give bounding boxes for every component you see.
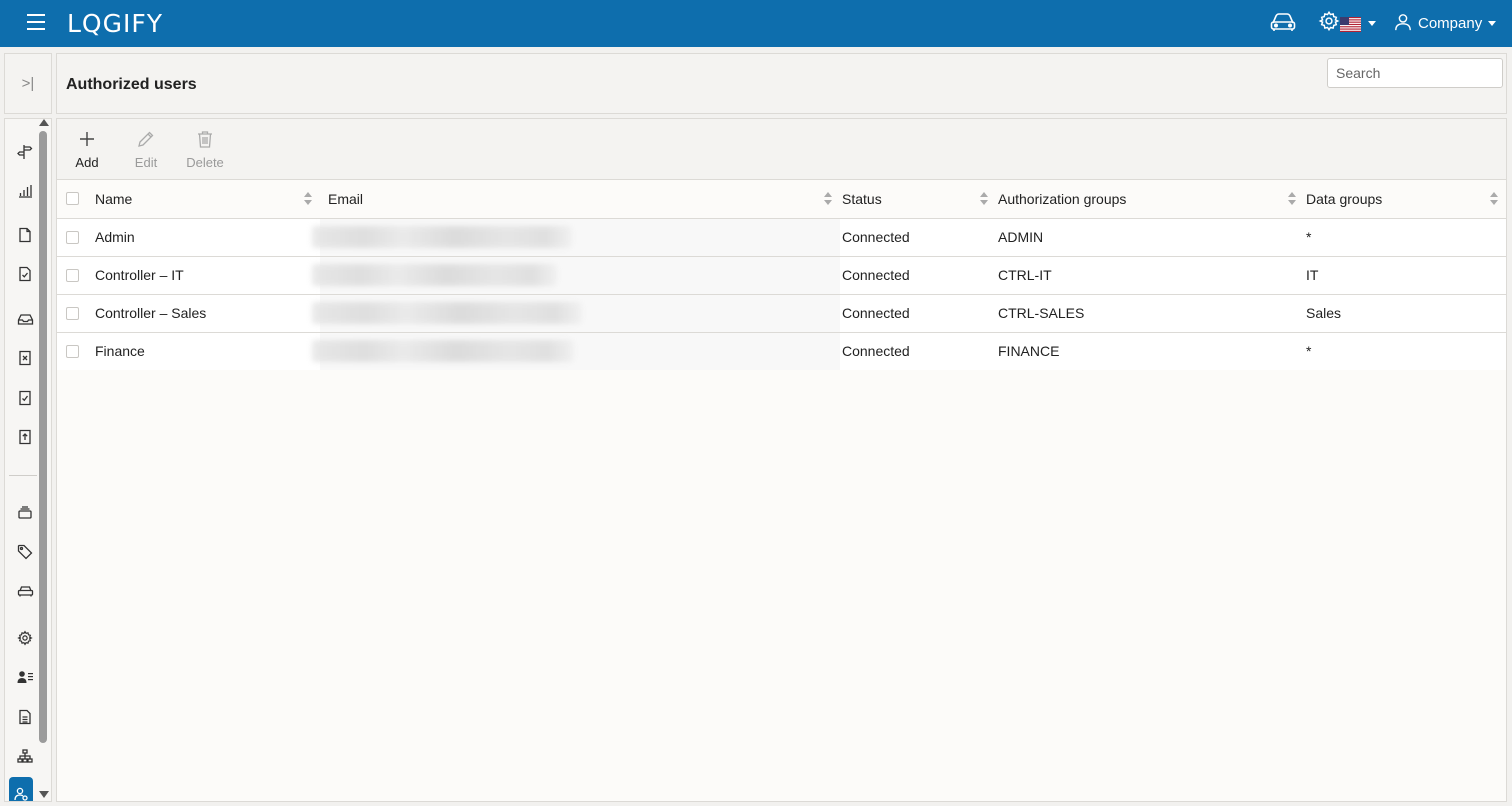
sidebar-scrollbar[interactable] (39, 131, 47, 743)
column-header-authorization-groups[interactable]: Authorization groups (996, 180, 1304, 219)
scroll-up-icon[interactable] (39, 119, 49, 126)
status-cell: Connected (840, 294, 996, 333)
data-groups-cell: IT (1304, 256, 1506, 295)
table-row[interactable]: Admin Connected ADMIN * (57, 218, 1506, 257)
sort-icon[interactable] (824, 192, 832, 206)
company-menu[interactable]: Company (1394, 11, 1497, 32)
plus-icon (80, 132, 94, 146)
user-settings-icon[interactable] (9, 777, 33, 801)
edit-label: Edit (134, 155, 158, 170)
users-table: Name Email Status Authorization groups D… (57, 180, 1506, 370)
status-cell: Connected (840, 332, 996, 370)
delete-button[interactable]: Delete (178, 127, 232, 170)
signpost-icon[interactable] (11, 138, 39, 166)
column-header-label: Status (842, 190, 882, 207)
add-button[interactable]: Add (60, 127, 114, 170)
email-cell-redacted (312, 294, 840, 333)
sort-icon[interactable] (304, 192, 312, 206)
column-header-name[interactable]: Name (95, 180, 320, 219)
table-row[interactable]: Controller – IT Connected CTRL-IT IT (57, 256, 1506, 295)
document-upload-icon[interactable] (11, 423, 39, 451)
table-header-row: Name Email Status Authorization groups D… (57, 180, 1506, 219)
select-all-checkbox[interactable] (66, 192, 79, 206)
sort-icon[interactable] (1490, 192, 1498, 206)
status-cell: Connected (840, 218, 996, 257)
row-checkbox[interactable] (66, 268, 79, 282)
toolbar: Add Edit Delete (57, 119, 1506, 180)
auth-groups-cell: CTRL-IT (996, 256, 1304, 295)
table-row[interactable]: Finance Connected FINANCE * (57, 332, 1506, 370)
search-input[interactable] (1327, 58, 1503, 88)
top-bar: LQGIFY Company (0, 0, 1512, 47)
settings-gear-icon[interactable] (1318, 10, 1340, 35)
add-label: Add (75, 155, 99, 170)
sidebar-divider (9, 475, 37, 476)
data-groups-cell: * (1304, 332, 1506, 370)
edit-button[interactable]: Edit (119, 127, 173, 170)
document-x-icon[interactable] (11, 344, 39, 372)
pencil-icon (138, 131, 154, 147)
expand-icon: >| (21, 75, 35, 92)
document-check-icon[interactable] (11, 260, 39, 288)
menu-icon[interactable] (26, 12, 46, 32)
name-cell: Admin (95, 218, 320, 257)
user-icon (1395, 13, 1411, 30)
select-all-cell (57, 180, 95, 219)
name-cell: Controller – Sales (95, 294, 320, 333)
column-header-label: Authorization groups (998, 190, 1127, 207)
auth-groups-cell: CTRL-SALES (996, 294, 1304, 333)
language-caret-icon[interactable] (1368, 21, 1376, 26)
email-cell-redacted (312, 256, 840, 295)
scroll-down-icon[interactable] (39, 791, 49, 798)
row-checkbox[interactable] (66, 306, 79, 320)
column-header-email[interactable]: Email (320, 180, 840, 219)
layers-icon[interactable] (11, 499, 39, 527)
column-header-label: Name (95, 190, 133, 207)
redacted-email (312, 226, 572, 248)
org-chart-icon[interactable] (11, 742, 39, 770)
data-groups-cell: * (1304, 218, 1506, 257)
expand-sidebar-button[interactable]: >| (4, 53, 52, 114)
auth-groups-cell: ADMIN (996, 218, 1304, 257)
sort-icon[interactable] (1288, 192, 1296, 206)
sort-icon[interactable] (980, 192, 988, 206)
inbox-icon[interactable] (11, 305, 39, 333)
redacted-email (312, 302, 582, 324)
app-logo: LQGIFY (67, 9, 164, 38)
car-icon[interactable] (11, 577, 39, 605)
users-list-icon[interactable] (11, 663, 39, 691)
row-checkbox[interactable] (66, 344, 79, 358)
settings-icon[interactable] (11, 624, 39, 652)
company-caret-icon (1488, 21, 1497, 26)
company-label: Company (1418, 15, 1483, 32)
car-icon[interactable] (1269, 10, 1297, 37)
page-header: Authorized users (56, 53, 1507, 114)
column-header-data-groups[interactable]: Data groups (1304, 180, 1506, 219)
document-icon[interactable] (11, 221, 39, 249)
file-list-icon[interactable] (11, 703, 39, 731)
email-cell-redacted (312, 332, 840, 370)
us-flag-icon[interactable] (1340, 17, 1361, 32)
column-header-label: Data groups (1306, 190, 1383, 207)
email-cell-redacted (312, 218, 840, 257)
redacted-email (312, 264, 557, 286)
page-title: Authorized users (66, 76, 197, 93)
column-header-status[interactable]: Status (840, 180, 996, 219)
name-cell: Controller – IT (95, 256, 320, 295)
table-row[interactable]: Controller – Sales Connected CTRL-SALES … (57, 294, 1506, 333)
name-cell: Finance (95, 332, 320, 370)
users-panel: Add Edit Delete Name Email Status Author… (56, 118, 1507, 802)
redacted-email (312, 340, 574, 363)
data-groups-cell: Sales (1304, 294, 1506, 333)
trash-icon (198, 131, 212, 148)
document-checklist-icon[interactable] (11, 384, 39, 412)
sidebar (4, 118, 52, 802)
status-cell: Connected (840, 256, 996, 295)
tag-icon[interactable] (11, 538, 39, 566)
delete-label: Delete (186, 155, 224, 170)
auth-groups-cell: FINANCE (996, 332, 1304, 370)
column-header-label: Email (328, 190, 364, 207)
row-checkbox[interactable] (66, 230, 79, 244)
bar-chart-icon[interactable] (11, 177, 39, 205)
